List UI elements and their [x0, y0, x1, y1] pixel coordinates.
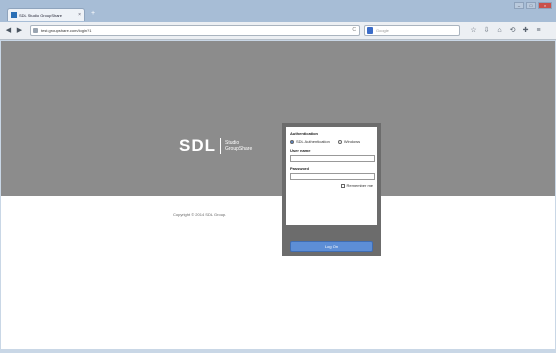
logo-product-name: Studio GroupShare	[225, 140, 252, 152]
logo-divider	[220, 138, 221, 154]
download-icon[interactable]: ⇩	[483, 26, 490, 35]
window-controls: – □ ×	[514, 2, 552, 9]
windows-auth-label: Windows	[343, 139, 361, 144]
reload-icon[interactable]: C	[352, 26, 356, 35]
minimize-button[interactable]: –	[514, 2, 524, 9]
search-placeholder: Google	[376, 28, 389, 33]
history-icon[interactable]: ⟲	[509, 26, 516, 35]
tab-title: SDL Studio GroupShare	[19, 12, 62, 18]
remember-me-checkbox[interactable]	[340, 183, 345, 188]
back-button[interactable]: ◀	[4, 26, 13, 35]
address-bar[interactable]: test.groupshare.com/login?1 C	[30, 25, 360, 36]
sdl-logo: SDL Studio GroupShare	[179, 136, 252, 156]
sdl-auth-radio[interactable]	[290, 139, 294, 144]
close-window-button[interactable]: ×	[538, 2, 552, 9]
windows-auth-radio[interactable]	[337, 139, 342, 144]
new-tab-button[interactable]: +	[88, 9, 98, 19]
page-viewport: SDL Studio GroupShare Copyright © 2014 S…	[1, 41, 555, 353]
copyright-text: Copyright © 2014 SDL Group.	[173, 212, 227, 217]
toolbar-icons: ☆ ⇩ ⌂ ⟲ ✚ ≡	[470, 26, 542, 35]
home-icon[interactable]: ⌂	[496, 26, 503, 35]
password-label: Password	[290, 166, 309, 171]
browser-status-bar	[0, 349, 556, 353]
site-identity-icon[interactable]	[33, 28, 38, 33]
hero-banner	[1, 41, 555, 196]
url-text: test.groupshare.com/login?1	[41, 28, 92, 33]
remember-me-label: Remember me	[346, 183, 373, 188]
logo-line-groupshare: GroupShare	[225, 146, 253, 152]
browser-tab[interactable]: SDL Studio GroupShare ×	[7, 8, 85, 21]
browser-title-bar: SDL Studio GroupShare × + – □ ×	[0, 0, 556, 22]
tab-close-icon[interactable]: ×	[78, 12, 81, 18]
log-on-button[interactable]: Log On	[290, 241, 373, 252]
auth-options: SDL Authentication Windows	[290, 139, 373, 144]
username-label: User name	[290, 148, 311, 153]
browser-nav-bar: ◀ ▶ test.groupshare.com/login?1 C Google…	[0, 22, 556, 40]
search-engine-icon[interactable]	[367, 27, 373, 34]
maximize-button[interactable]: □	[526, 2, 536, 9]
login-form: Authentication SDL Authentication Window…	[286, 127, 377, 225]
sdl-auth-label: SDL Authentication	[296, 139, 330, 144]
tab-favicon-icon	[11, 12, 17, 18]
forward-button[interactable]: ▶	[15, 26, 24, 35]
addon-icon[interactable]: ✚	[522, 26, 529, 35]
logo-mark: SDL	[179, 136, 216, 155]
password-input[interactable]	[290, 173, 375, 180]
authentication-heading: Authentication	[290, 131, 318, 136]
remember-me-row: Remember me	[290, 183, 373, 188]
username-input[interactable]	[290, 155, 375, 162]
menu-icon[interactable]: ≡	[535, 26, 542, 35]
star-icon[interactable]: ☆	[470, 26, 477, 35]
login-box: Authentication SDL Authentication Window…	[282, 123, 381, 256]
search-bar[interactable]: Google	[364, 25, 460, 36]
